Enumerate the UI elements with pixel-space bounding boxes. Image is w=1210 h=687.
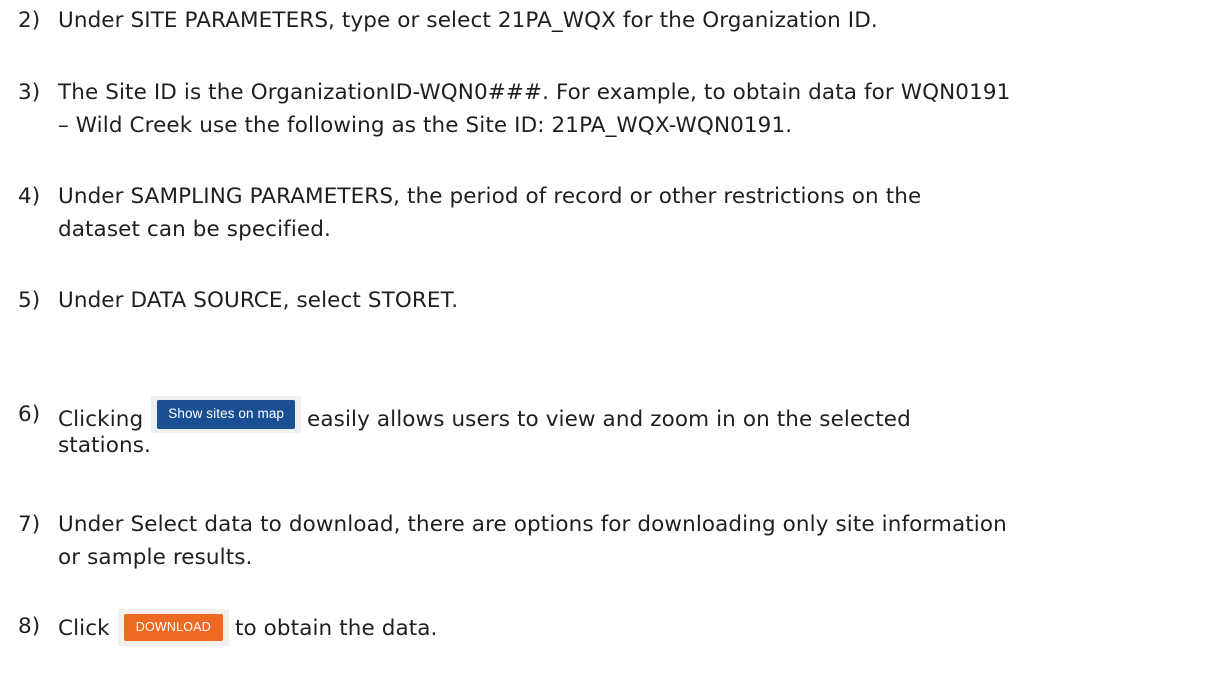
step-number: 7) xyxy=(18,512,41,537)
step-text-before: Clicking xyxy=(58,407,144,432)
step-text-line-1: The Site ID is the OrganizationID-WQN0##… xyxy=(58,80,1011,105)
step-text-line-1: Under Select data to download, there are… xyxy=(58,512,1007,537)
step-text: Under DATA SOURCE, select STORET. xyxy=(58,288,459,313)
show-sites-on-map-button[interactable]: Show sites on map xyxy=(157,399,296,429)
step-text-line-2: dataset can be specified. xyxy=(58,217,331,242)
step-number: 8) xyxy=(18,614,41,639)
step-text-after: easily allows users to view and zoom in … xyxy=(307,407,911,432)
step-text-line-1: Clicking Show sites on map easily allows u… xyxy=(58,396,911,435)
download-button-frame: DOWNLOAD xyxy=(117,609,229,646)
instruction-page: 2) Under SITE PARAMETERS, type or select… xyxy=(0,0,1210,687)
step-text-line-1: Under SAMPLING PARAMETERS, the period of… xyxy=(58,184,922,209)
step-number: 3) xyxy=(18,80,41,105)
step-number: 5) xyxy=(18,288,41,313)
step-number: 2) xyxy=(18,8,41,33)
step-text: Under SITE PARAMETERS, type or select 21… xyxy=(58,8,878,33)
step-text-line: Click DOWNLOAD to obtain the data. xyxy=(58,609,438,646)
step-text-line-2: – Wild Creek use the following as the Si… xyxy=(58,113,793,138)
step-text-line-2: or sample results. xyxy=(58,545,253,570)
download-button[interactable]: DOWNLOAD xyxy=(123,613,223,641)
step-text-line-2: stations. xyxy=(58,433,151,458)
step-number: 6) xyxy=(18,402,41,427)
step-text-before: Click xyxy=(58,616,110,641)
step-number: 4) xyxy=(18,184,41,209)
show-sites-button-frame: Show sites on map xyxy=(151,396,302,433)
step-text-after: to obtain the data. xyxy=(234,616,438,641)
